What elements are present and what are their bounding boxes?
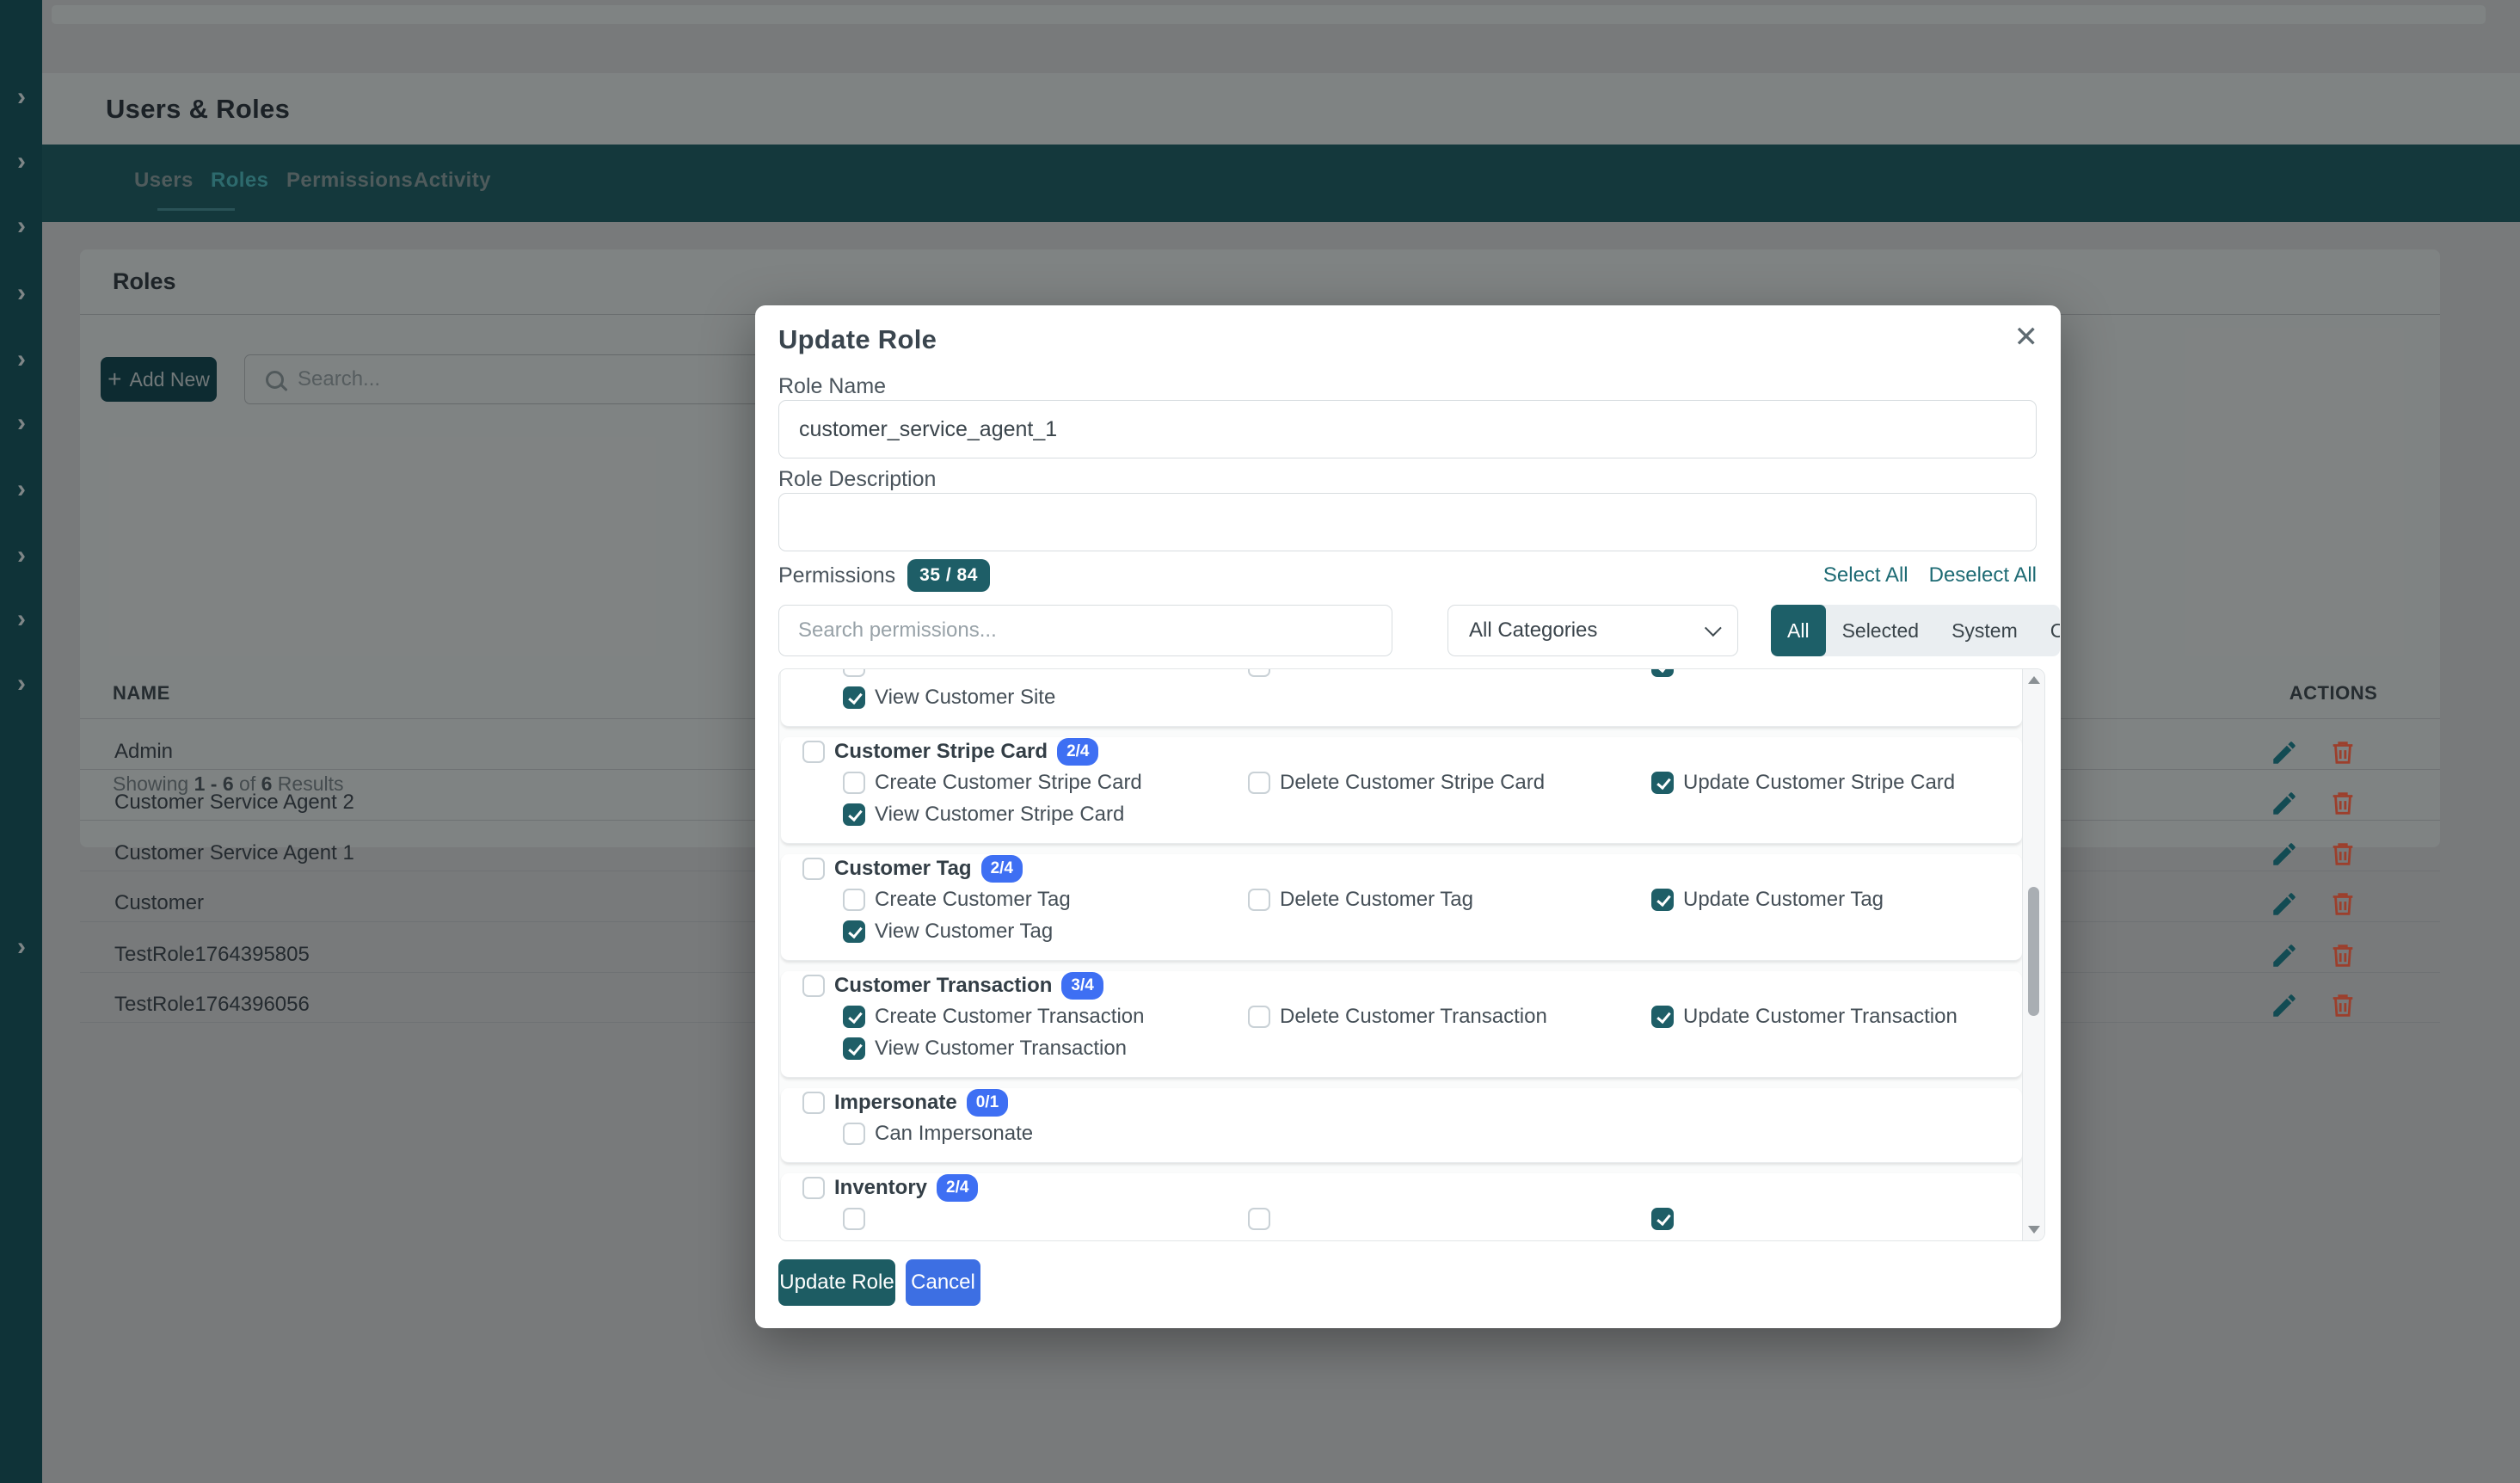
permission-checkbox[interactable] <box>843 889 865 911</box>
permission-checkbox[interactable] <box>1651 1208 1674 1230</box>
category-dropdown[interactable]: All Categories <box>1447 605 1738 656</box>
permission-group: Customer Stripe Card 2/4 Create Customer… <box>781 737 2022 844</box>
group-count-badge: 0/1 <box>967 1089 1008 1117</box>
permission-checkbox[interactable] <box>843 1006 865 1028</box>
update-role-button[interactable]: Update Role <box>778 1259 895 1306</box>
permission-label: Create Customer Stripe Card <box>875 771 1142 795</box>
permission-label: Can Impersonate <box>875 1122 1033 1146</box>
permission-checkbox[interactable] <box>843 668 865 677</box>
scrollbar-thumb[interactable] <box>2028 887 2039 1016</box>
select-all-link[interactable]: Select All <box>1823 563 1908 588</box>
permissions-header-row: Permissions 35 / 84 Select All Deselect … <box>778 560 2037 591</box>
filter-custom[interactable]: Custom <box>2034 605 2060 656</box>
close-icon[interactable]: ✕ <box>2014 323 2039 352</box>
permission-label: Update Customer Stripe Card <box>1683 771 1955 795</box>
permission-label: Delete Customer Stripe Card <box>1280 771 1545 795</box>
permission-label: Delete Customer Tag <box>1280 888 1473 912</box>
filter-all[interactable]: All <box>1771 605 1826 656</box>
group-checkbox[interactable] <box>802 975 825 997</box>
group-count-badge: 3/4 <box>1061 972 1103 1000</box>
permission-group: Customer Transaction 3/4 Create Customer… <box>781 971 2022 1078</box>
permission-checkbox[interactable] <box>843 686 865 709</box>
filter-segmented-control: All Selected System Custom <box>1771 605 2060 656</box>
category-selected-value: All Categories <box>1469 618 1597 643</box>
permission-checkbox[interactable] <box>1248 1006 1270 1028</box>
deselect-all-link[interactable]: Deselect All <box>1929 563 2037 588</box>
scroll-down-icon[interactable] <box>2028 1226 2040 1234</box>
scrollbar[interactable] <box>2022 669 2044 1240</box>
permissions-search-placeholder: Search permissions... <box>798 618 997 643</box>
permission-checkbox[interactable] <box>843 1123 865 1145</box>
group-count-badge: 2/4 <box>1057 738 1098 766</box>
permissions-count-badge: 35 / 84 <box>907 559 990 592</box>
group-checkbox[interactable] <box>802 1177 825 1199</box>
permission-label: View Customer Stripe Card <box>875 803 1124 827</box>
update-role-modal: Update Role ✕ Role Name customer_service… <box>755 305 2061 1328</box>
role-description-label: Role Description <box>778 467 936 492</box>
group-count-badge: 2/4 <box>937 1174 978 1202</box>
permissions-search-input[interactable]: Search permissions... <box>778 605 1392 656</box>
permissions-list: View Customer Site Customer Stripe Card … <box>778 668 2045 1241</box>
modal-title: Update Role <box>778 324 937 355</box>
screen: Users & Roles Users Roles Permissions Ac… <box>0 0 2520 1483</box>
role-name-value: customer_service_agent_1 <box>799 417 1057 442</box>
group-title: Customer Stripe Card <box>834 740 1048 764</box>
group-checkbox[interactable] <box>802 741 825 763</box>
permission-label: Create Customer Transaction <box>875 1005 1144 1029</box>
group-checkbox[interactable] <box>802 1092 825 1114</box>
cancel-button[interactable]: Cancel <box>906 1259 980 1306</box>
permission-checkbox[interactable] <box>1651 889 1674 911</box>
permission-checkbox[interactable] <box>1651 1006 1674 1028</box>
permission-checkbox[interactable] <box>1248 772 1270 794</box>
role-name-label: Role Name <box>778 374 886 399</box>
permission-checkbox[interactable] <box>1248 668 1270 677</box>
permission-checkbox[interactable] <box>843 803 865 826</box>
permission-checkbox[interactable] <box>843 1208 865 1230</box>
permission-group: Inventory 2/4 <box>781 1173 2022 1241</box>
group-title: Inventory <box>834 1176 927 1200</box>
permission-label: View Customer Tag <box>875 920 1053 944</box>
permission-group: View Customer Site <box>781 668 2022 727</box>
permission-checkbox[interactable] <box>1248 889 1270 911</box>
permission-label: Update Customer Tag <box>1683 888 1884 912</box>
role-description-input[interactable] <box>778 493 2037 551</box>
permission-label: View Customer Site <box>875 686 1055 710</box>
permission-checkbox[interactable] <box>843 920 865 943</box>
permission-group: Impersonate 0/1 Can Impersonate <box>781 1088 2022 1163</box>
permission-label: Create Customer Tag <box>875 888 1071 912</box>
filter-selected[interactable]: Selected <box>1826 605 1936 656</box>
permissions-controls: Search permissions... All Categories All… <box>778 605 2037 656</box>
permission-label: View Customer Transaction <box>875 1037 1127 1061</box>
permission-checkbox[interactable] <box>1248 1208 1270 1230</box>
role-name-input[interactable]: customer_service_agent_1 <box>778 400 2037 458</box>
group-title: Impersonate <box>834 1091 957 1115</box>
permission-group: Customer Tag 2/4 Create Customer Tag Del… <box>781 854 2022 961</box>
group-count-badge: 2/4 <box>981 855 1023 883</box>
permission-checkbox[interactable] <box>843 772 865 794</box>
group-checkbox[interactable] <box>802 858 825 880</box>
permission-checkbox[interactable] <box>1651 772 1674 794</box>
permission-checkbox[interactable] <box>843 1037 865 1060</box>
permission-checkbox[interactable] <box>1651 668 1674 677</box>
scroll-up-icon[interactable] <box>2028 676 2040 684</box>
group-title: Customer Transaction <box>834 974 1052 998</box>
filter-system[interactable]: System <box>1935 605 2034 656</box>
group-title: Customer Tag <box>834 857 972 881</box>
chevron-down-icon <box>1705 619 1722 637</box>
permission-label: Delete Customer Transaction <box>1280 1005 1547 1029</box>
permissions-label: Permissions <box>778 563 895 588</box>
permission-label: Update Customer Transaction <box>1683 1005 1958 1029</box>
